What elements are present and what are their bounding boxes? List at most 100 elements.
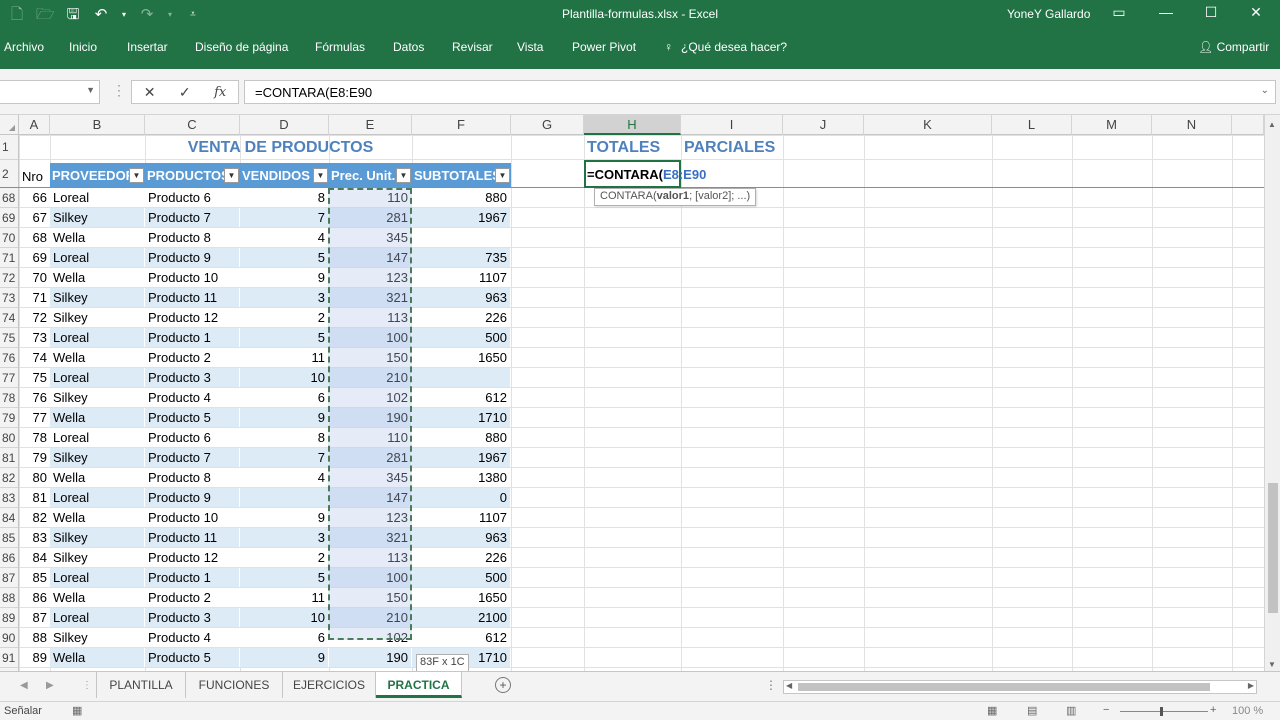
cell-prod[interactable]: Producto 10 [145, 508, 240, 528]
macro-record-icon[interactable]: ▦ [72, 704, 82, 717]
cell-prec[interactable]: 190 [329, 648, 412, 668]
cell-sub[interactable]: 1967 [412, 208, 511, 228]
cell-prov[interactable]: Loreal [50, 188, 145, 208]
row-header[interactable]: 80 [0, 428, 18, 448]
cell-vend[interactable]: 6 [240, 388, 329, 408]
column-header-a[interactable]: A [19, 115, 50, 135]
zoom-level[interactable]: 100 % [1232, 705, 1263, 717]
cell-prod[interactable]: Producto 3 [145, 368, 240, 388]
cell-nro[interactable]: 76 [19, 388, 50, 408]
name-box[interactable]: ▼ [0, 80, 100, 104]
cell-nro[interactable]: 85 [19, 568, 50, 588]
filter-dropdown-icon[interactable]: ▼ [313, 168, 328, 183]
row-header[interactable]: 1 [0, 135, 18, 160]
cell-vend[interactable]: 5 [240, 328, 329, 348]
cell-sub[interactable]: 226 [412, 548, 511, 568]
row-header[interactable]: 89 [0, 608, 18, 628]
cell-sub[interactable]: 500 [412, 568, 511, 588]
cell-prov[interactable]: Loreal [50, 608, 145, 628]
cell-prod[interactable]: Producto 6 [145, 188, 240, 208]
row-header[interactable]: 84 [0, 508, 18, 528]
cell-vend[interactable]: 2 [240, 548, 329, 568]
cell-sub[interactable]: 612 [412, 388, 511, 408]
cell-nro[interactable]: 80 [19, 468, 50, 488]
cell-vend[interactable]: 9 [240, 268, 329, 288]
select-all-corner[interactable]: ◢ [0, 115, 19, 135]
row-header[interactable]: 2 [0, 160, 18, 188]
column-header-f[interactable]: F [412, 115, 511, 135]
cell-sub[interactable]: 1107 [412, 268, 511, 288]
cell-prov[interactable]: Wella [50, 348, 145, 368]
cell-prod[interactable]: Producto 11 [145, 288, 240, 308]
cell-sub[interactable]: 963 [412, 528, 511, 548]
cell-vend[interactable]: 10 [240, 368, 329, 388]
cell-prod[interactable]: Producto 8 [145, 228, 240, 248]
row-header[interactable]: 88 [0, 588, 18, 608]
column-header-c[interactable]: C [145, 115, 240, 135]
cell-vend[interactable]: 9 [240, 408, 329, 428]
table-header-vendidos[interactable]: VENDIDOS ▼ [240, 163, 329, 188]
cell-prod[interactable]: Producto 7 [145, 448, 240, 468]
cell-prod[interactable]: Producto 5 [145, 648, 240, 668]
column-header-d[interactable]: D [240, 115, 329, 135]
filter-dropdown-icon[interactable]: ▼ [396, 168, 411, 183]
cell-prod[interactable]: Producto 1 [145, 328, 240, 348]
cell-vend[interactable]: 8 [240, 188, 329, 208]
cancel-icon[interactable]: ✕ [144, 84, 156, 101]
tab-insertar[interactable]: Insertar [127, 40, 168, 54]
chevron-down-icon[interactable]: ▼ [86, 85, 95, 95]
cell-sub[interactable]: 500 [412, 328, 511, 348]
maximize-icon[interactable]: ☐ [1199, 4, 1223, 21]
cell-prod[interactable]: Producto 9 [145, 248, 240, 268]
tab-power-pivot[interactable]: Power Pivot [572, 40, 636, 54]
cell-nro[interactable]: 74 [19, 348, 50, 368]
cell-nro[interactable]: 66 [19, 188, 50, 208]
tab-datos[interactable]: Datos [393, 40, 424, 54]
cell-prov[interactable]: Wella [50, 228, 145, 248]
cell-vend[interactable]: 4 [240, 468, 329, 488]
cell-prov[interactable]: Wella [50, 468, 145, 488]
formula-input[interactable]: =CONTARA(E8:E90 ⌄ [244, 80, 1276, 104]
cell-prod[interactable]: Producto 4 [145, 628, 240, 648]
tell-me-search[interactable]: ¿Qué desea hacer? [681, 40, 787, 54]
row-header[interactable]: 83 [0, 488, 18, 508]
cell-nro[interactable]: 82 [19, 508, 50, 528]
sheet-tab-funciones[interactable]: FUNCIONES [186, 672, 283, 698]
cell-nro[interactable]: 70 [19, 268, 50, 288]
spreadsheet-grid[interactable]: VENTA DE PRODUCTOS TOTALES PARCIALES Nro PRO… [19, 135, 1264, 671]
row-header[interactable]: 77 [0, 368, 18, 388]
cell-prod[interactable]: Producto 2 [145, 588, 240, 608]
scroll-down-icon[interactable]: ▼ [1268, 660, 1276, 669]
cell-sub[interactable]: 1967 [412, 448, 511, 468]
tab-inicio[interactable]: Inicio [69, 40, 97, 54]
cell-vend[interactable]: 5 [240, 568, 329, 588]
cell-prov[interactable]: Loreal [50, 248, 145, 268]
row-header[interactable]: 71 [0, 248, 18, 268]
row-header[interactable]: 69 [0, 208, 18, 228]
cell-prov[interactable]: Wella [50, 268, 145, 288]
row-header[interactable]: 76 [0, 348, 18, 368]
tab-vista[interactable]: Vista [517, 40, 543, 54]
zoom-slider-knob[interactable] [1160, 707, 1163, 716]
cell-nro[interactable]: 84 [19, 548, 50, 568]
cell-nro[interactable]: 89 [19, 648, 50, 668]
cell-vend[interactable]: 5 [240, 248, 329, 268]
cell-vend[interactable]: 11 [240, 588, 329, 608]
sheet-tab-ejercicios[interactable]: EJERCICIOS [283, 672, 376, 698]
minimize-icon[interactable]: — [1154, 4, 1178, 20]
cell-nro[interactable]: 67 [19, 208, 50, 228]
cell-vend[interactable]: 9 [240, 508, 329, 528]
insert-function-icon[interactable]: fx [214, 85, 226, 100]
cell-vend[interactable]: 8 [240, 428, 329, 448]
tab-split-grip-icon[interactable]: ⋮ [765, 678, 777, 692]
cell-sub[interactable]: 963 [412, 288, 511, 308]
normal-view-icon[interactable]: ▦ [987, 704, 997, 717]
scroll-up-icon[interactable]: ▲ [1268, 120, 1276, 129]
cell-vend[interactable]: 10 [240, 608, 329, 628]
cell-prov[interactable]: Loreal [50, 568, 145, 588]
tab-formulas[interactable]: Fórmulas [315, 40, 365, 54]
cell-prov[interactable]: Silkey [50, 388, 145, 408]
cell-prov[interactable]: Wella [50, 588, 145, 608]
filter-dropdown-icon[interactable]: ▼ [495, 168, 510, 183]
zoom-in-icon[interactable]: + [1210, 704, 1216, 716]
